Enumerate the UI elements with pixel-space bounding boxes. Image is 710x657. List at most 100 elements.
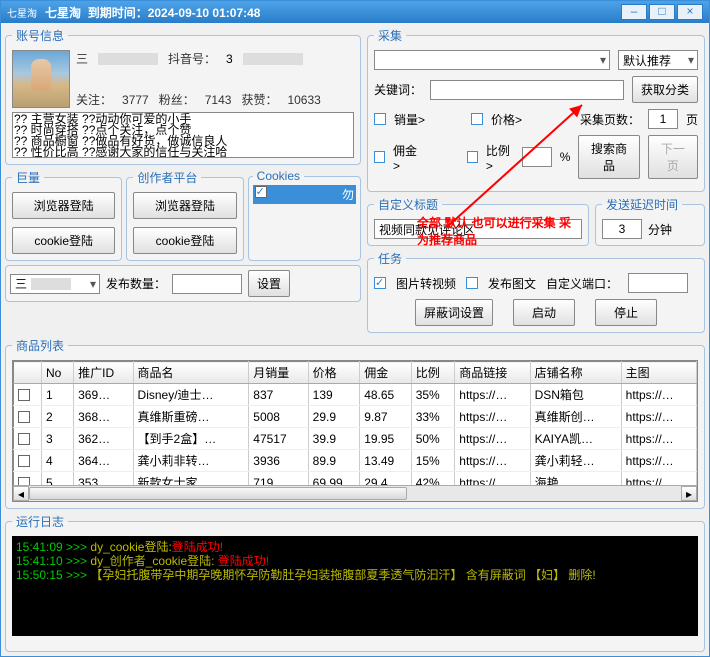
custom-title-input[interactable] [374,219,582,239]
table-header[interactable]: 推广ID [74,362,133,384]
app-title: 七星淘 [45,6,81,20]
giant-cookie-login-button[interactable]: cookie登陆 [12,227,115,254]
pub-pic-checkbox[interactable] [466,277,478,289]
table-row[interactable]: 3362…【到手2盒】…4751739.919.9550%https://…KA… [14,428,697,450]
table-header[interactable]: 月销量 [249,362,308,384]
dy-label: 抖音号： [168,50,216,67]
row-checkbox[interactable] [18,411,30,423]
minimize-button[interactable]: – [621,4,647,20]
table-cell: 29.9 [308,406,360,428]
publish-account-combo[interactable]: 三 [10,274,100,294]
collect-legend: 采集 [374,27,406,44]
titlebar: 七星淘 七星淘 到期时间：2024-09-10 01:07:48 – □ × [1,1,709,23]
close-button[interactable]: × [677,4,703,20]
table-cell: 368… [74,406,133,428]
row-checkbox[interactable] [18,389,30,401]
table-header[interactable]: 店铺名称 [530,362,621,384]
creator-legend: 创作者平台 [133,169,201,186]
table-cell: 369… [74,384,133,406]
table-cell: 50% [411,428,455,450]
creator-browser-login-button[interactable]: 浏览器登陆 [133,192,236,219]
table-cell: 龚小莉轻… [530,450,621,472]
cookies-checkbox[interactable] [255,186,267,198]
ratio-checkbox[interactable] [467,151,478,163]
commission-label: 佣金> [393,142,421,173]
dy-masked [243,53,303,65]
table-header[interactable]: 佣金 [360,362,412,384]
ratio-input[interactable] [522,147,552,167]
app-logo: 七星淘 [7,5,37,20]
app-window: 七星淘 七星淘 到期时间：2024-09-10 01:07:48 – □ × 账… [0,0,710,657]
table-header[interactable]: 商品名 [133,362,249,384]
row-checkbox[interactable] [18,433,30,445]
scroll-left-icon[interactable]: ◂ [13,486,29,501]
product-table: No推广ID商品名月销量价格佣金比例商品链接店铺名称主图 1369…Disney… [13,361,697,502]
log-line: 15:50:15 >>> 【孕妇托腹带孕中期孕晚期怀孕防勒肚孕妇装拖腹部夏季透气… [16,568,694,582]
pct-label: % [560,150,571,164]
giant-browser-login-button[interactable]: 浏览器登陆 [12,192,115,219]
pub-pic-label: 发布图文 [488,275,536,292]
product-list-panel: 商品列表 No推广ID商品名月销量价格佣金比例商品链接店铺名称主图 1369…D… [5,337,705,509]
start-button[interactable]: 启动 [513,299,575,326]
table-cell: 837 [249,384,308,406]
next-page-button[interactable]: 下一页 [648,135,698,179]
table-cell: 139 [308,384,360,406]
cookies-item[interactable]: 勿 [253,185,356,204]
creator-panel: 创作者平台 浏览器登陆 cookie登陆 [126,169,243,261]
horizontal-scrollbar[interactable]: ◂ ▸ [13,485,697,501]
avatar [12,50,70,108]
scroll-right-icon[interactable]: ▸ [681,486,697,501]
table-cell: 真维斯重磅… [133,406,249,428]
price-checkbox[interactable] [471,113,483,125]
table-row[interactable]: 4364…龚小莉非转…393689.913.4915%https://…龚小莉轻… [14,450,697,472]
keyword-input[interactable] [430,80,624,100]
stop-button[interactable]: 停止 [595,299,657,326]
collect-rec-combo[interactable]: 默认推荐 [618,50,698,70]
table-cell: https://… [621,384,696,406]
publish-set-button[interactable]: 设置 [248,270,290,297]
publish-count-input[interactable] [172,274,242,294]
bio-list[interactable]: ?? 主营女装 ??动动你可爱的小手 ?? 时尚穿搭 ??点个关注，点个赞 ??… [12,112,354,158]
shield-settings-button[interactable]: 屏蔽词设置 [415,299,493,326]
get-category-button[interactable]: 获取分类 [632,76,698,103]
cookies-panel: Cookies 勿 [248,169,361,261]
log-box[interactable]: 15:41:09 >>> dy_cookie登陆:登陆成功!15:41:10 >… [12,536,698,636]
giant-legend: 巨量 [12,169,44,186]
log-line: 15:41:10 >>> dy_创作者_cookie登陆: 登陆成功! [16,554,694,568]
custom-title-panel: 自定义标题 [367,196,589,246]
table-cell: 47517 [249,428,308,450]
product-table-scroll[interactable]: No推广ID商品名月销量价格佣金比例商品链接店铺名称主图 1369…Disney… [12,360,698,502]
sales-checkbox[interactable] [374,113,386,125]
pic2vid-checkbox[interactable] [374,277,386,289]
send-delay-input[interactable] [602,219,642,239]
row-checkbox[interactable] [18,455,30,467]
pages-input[interactable] [648,109,678,129]
table-header[interactable]: No [42,362,74,384]
cookies-legend: Cookies [253,169,304,183]
table-row[interactable]: 2368…真维斯重磅…500829.99.8733%https://…真维斯创…… [14,406,697,428]
collect-panel: 采集 默认推荐 关键词： 获取分类 销量> 价格> [367,27,705,192]
table-cell: https://… [455,406,530,428]
collect-category-combo[interactable] [374,50,610,70]
follow-label: 关注： [76,91,112,108]
maximize-button[interactable]: □ [649,4,675,20]
table-row[interactable]: 1369…Disney/迪士…83713948.6535%https://…DS… [14,384,697,406]
pages-label: 采集页数： [580,111,640,128]
table-cell: 1 [42,384,74,406]
table-cell: Disney/迪士… [133,384,249,406]
scrollbar-thumb[interactable] [29,487,407,500]
search-product-button[interactable]: 搜索商品 [578,135,639,179]
table-header[interactable]: 商品链接 [455,362,530,384]
likes-label: 获赞： [241,91,277,108]
table-header[interactable]: 主图 [621,362,696,384]
commission-checkbox[interactable] [374,151,385,163]
table-cell: 3 [42,428,74,450]
table-header[interactable]: 价格 [308,362,360,384]
table-header[interactable]: 比例 [411,362,455,384]
fans-value: 7143 [205,93,232,107]
creator-cookie-login-button[interactable]: cookie登陆 [133,227,236,254]
table-cell: DSN箱包 [530,384,621,406]
table-cell: 19.95 [360,428,412,450]
port-input[interactable] [628,273,688,293]
pic2vid-label: 图片转视频 [396,275,456,292]
